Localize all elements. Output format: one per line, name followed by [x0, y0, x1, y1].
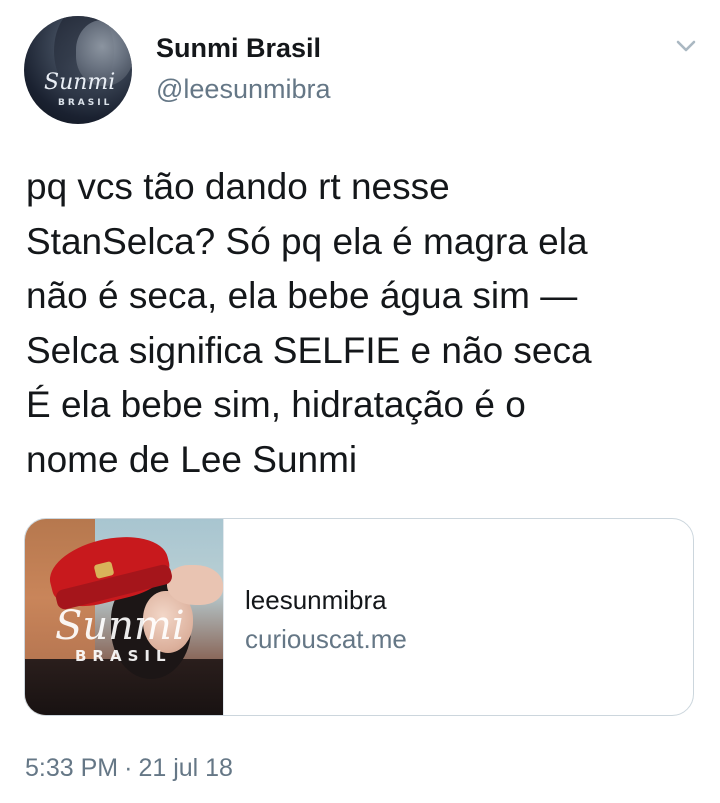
link-card-image[interactable]: Sunmi BRASIL	[25, 519, 224, 715]
card-image-logo-script: Sunmi	[55, 603, 185, 649]
tweet: Sunmi BRASIL Sunmi Brasil @leesunmibra p…	[0, 0, 720, 803]
link-card[interactable]: Sunmi BRASIL leesunmibra curiouscat.me	[24, 518, 694, 716]
meta-separator: ·	[124, 754, 133, 782]
avatar-logo-script: Sunmi	[44, 70, 116, 95]
link-card-title[interactable]: leesunmibra	[245, 585, 387, 616]
tweet-text-line: nome de Lee Sunmi	[26, 438, 358, 480]
tweet-date: 21 jul 18	[138, 754, 233, 782]
tweet-text-line: pq vcs tão dando rt nesse	[26, 166, 450, 207]
chevron-down-icon[interactable]	[674, 34, 698, 58]
card-image-body	[25, 659, 223, 715]
tweet-text-line: não é seca, ela bebe água sim —	[26, 275, 578, 316]
tweet-text-line: É ela bebe sim, hidratação é o	[26, 384, 526, 425]
avatar-logo-sub: BRASIL	[58, 98, 113, 108]
card-image-hand	[167, 565, 223, 605]
tweet-text-line: Selca significa SELFIE e não seca	[26, 329, 592, 371]
tweet-text: pq vcs tão dando rt nesse StanSelca? Só …	[26, 160, 706, 487]
author-display-name[interactable]: Sunmi Brasil	[156, 33, 321, 64]
link-card-domain[interactable]: curiouscat.me	[245, 624, 407, 655]
card-image-logo-sub: BRASIL	[75, 647, 172, 665]
tweet-timestamp[interactable]: 5:33 PM · 21 jul 18	[25, 754, 233, 783]
tweet-text-line: StanSelca? Só pq ela é magra ela	[26, 220, 588, 262]
tweet-time: 5:33 PM	[25, 754, 119, 782]
author-handle[interactable]: @leesunmibra	[156, 74, 331, 105]
avatar[interactable]: Sunmi BRASIL	[24, 16, 132, 124]
